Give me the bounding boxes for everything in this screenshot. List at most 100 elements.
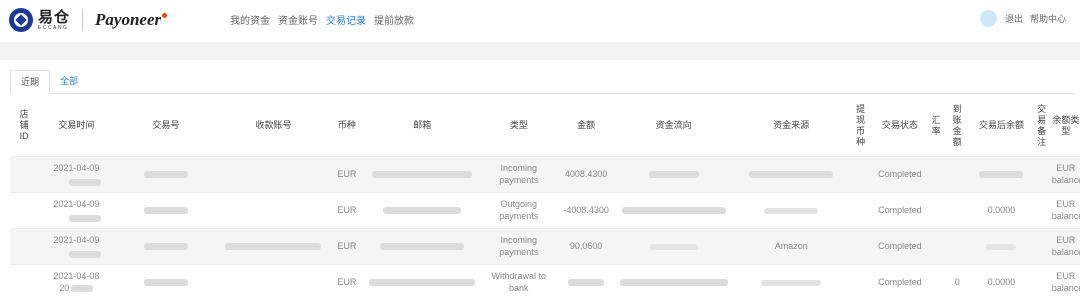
cell-arrived	[943, 191, 972, 228]
cell-store-id	[10, 227, 39, 264]
redacted-time	[69, 178, 102, 186]
redacted-time	[69, 250, 102, 258]
cell-date-text: 2021-04-09	[53, 199, 100, 209]
cell-type: Withdrawal to bank	[480, 263, 558, 300]
header-user-area: 退出 帮助中心	[979, 10, 1066, 27]
nav-advance-payment[interactable]: 提前放款	[374, 12, 414, 27]
redacted-flow	[649, 243, 698, 250]
redacted-txn-no	[143, 279, 188, 287]
nav-transactions[interactable]: 交易记录	[326, 12, 366, 27]
cell-currency: EUR	[329, 227, 364, 264]
col-balance-type[interactable]: 余额类型	[1052, 96, 1080, 156]
cell-withdraw-currency	[850, 155, 871, 192]
cell-remark	[1031, 191, 1052, 228]
col-rate[interactable]: 汇率	[929, 96, 943, 156]
col-balance-after[interactable]: 交易后余额	[971, 96, 1031, 156]
cell-arrived: 0	[943, 263, 972, 300]
col-flow[interactable]: 资金流向	[615, 96, 732, 156]
nav-fund-accounts[interactable]: 资金账号	[278, 12, 318, 27]
cell-type: Outgoing payments	[480, 191, 558, 228]
col-time[interactable]: 交易时间	[38, 96, 114, 156]
cell-flow	[615, 155, 732, 192]
col-status[interactable]: 交易状态	[871, 96, 929, 156]
table-row[interactable]: 2021-04-08 20 EUR Withdrawal to bank Comp…	[10, 263, 1080, 300]
cell-status: Completed	[870, 155, 930, 192]
header-band	[0, 42, 1080, 60]
cell-type: Incoming payments	[480, 227, 558, 264]
redacted-flow	[648, 171, 699, 179]
col-remark-label: 交易备注	[1037, 103, 1047, 147]
brand[interactable]: 易仓 ECCANG Payoneer	[9, 6, 168, 34]
period-tabs: 近期 全部	[10, 70, 88, 94]
table-row[interactable]: 2021-04-09 EUR Outgoing payments -4008.4…	[10, 191, 1080, 228]
redacted-email	[380, 243, 465, 251]
help-center-link[interactable]: 帮助中心	[1030, 12, 1066, 25]
nav-my-funds[interactable]: 我的资金	[230, 12, 270, 27]
cell-txn-no	[114, 227, 218, 264]
top-header: 易仓 ECCANG Payoneer 我的资金 资金账号 交易记录 提前放款 退…	[0, 0, 1080, 42]
cell-status: Completed	[870, 263, 930, 300]
cell-store-id	[10, 263, 39, 300]
col-remark[interactable]: 交易备注	[1032, 96, 1052, 156]
payoneer-logo: Payoneer	[95, 10, 168, 30]
col-balance-type-label: 余额类型	[1052, 114, 1080, 136]
cell-email	[363, 227, 481, 264]
cell-withdraw-currency	[850, 227, 871, 264]
avatar[interactable]	[979, 10, 997, 27]
col-store-id[interactable]: 店铺ID	[10, 96, 38, 156]
col-currency[interactable]: 币种	[330, 96, 364, 156]
payoneer-wordmark: Payoneer	[95, 10, 162, 29]
redacted-flow	[621, 207, 726, 215]
cell-amount: -4008.4300	[557, 191, 616, 228]
col-rate-label: 汇率	[931, 114, 941, 136]
cell-rate	[929, 263, 944, 300]
eccang-logo-icon	[9, 8, 33, 32]
table-row[interactable]: 2021-04-09 EUR Incoming payments 4008.43…	[10, 155, 1080, 192]
cell-remark	[1031, 263, 1052, 300]
cell-flow	[615, 191, 732, 228]
logout-link[interactable]: 退出	[1005, 12, 1023, 25]
col-type[interactable]: 类型	[481, 96, 557, 156]
cell-balance-type: EUR balance	[1051, 227, 1080, 264]
cell-txn-no	[114, 155, 218, 192]
cell-rate	[929, 155, 944, 192]
col-account[interactable]: 收款账号	[217, 96, 330, 156]
cell-source	[731, 263, 851, 300]
table-row[interactable]: 2021-04-09 EUR Incoming payments 90.0600…	[10, 227, 1080, 264]
redacted-email	[383, 207, 462, 215]
tab-recent[interactable]: 近期	[10, 70, 51, 94]
col-email[interactable]: 邮箱	[364, 96, 481, 156]
redacted-txn-no	[143, 207, 188, 215]
cell-source	[731, 155, 851, 192]
col-withdraw-currency[interactable]: 提现币种	[851, 96, 871, 156]
col-amount[interactable]: 金额	[557, 96, 615, 156]
cell-txn-no	[114, 263, 218, 300]
cell-store-id	[10, 191, 39, 228]
brand-cn-text: 易仓	[38, 8, 71, 26]
cell-arrived	[943, 155, 972, 192]
cell-date-text: 2021-04-09	[53, 163, 100, 173]
table-header-row: 店铺ID 交易时间 交易号 收款账号 币种 邮箱 类型 金额 资金流向 资金来源…	[10, 96, 1080, 156]
cell-type: Incoming payments	[480, 155, 558, 192]
col-source[interactable]: 资金来源	[732, 96, 851, 156]
cell-source: Amazon	[731, 227, 851, 264]
redacted-txn-no	[143, 171, 188, 179]
eccang-wordmark: 易仓 ECCANG	[38, 10, 70, 31]
tabs-divider	[10, 93, 1075, 94]
cell-store-id	[10, 155, 39, 192]
tab-all[interactable]: 全部	[50, 70, 88, 94]
top-nav: 我的资金 资金账号 交易记录 提前放款	[230, 12, 414, 27]
cell-flow	[615, 227, 732, 264]
col-arrived-label: 到账金额	[952, 103, 962, 147]
cell-amount: 4008.4300	[557, 155, 616, 192]
redacted-txn-no	[143, 243, 188, 251]
redacted-amount	[568, 279, 605, 287]
cell-rate	[929, 227, 944, 264]
cell-time: 2021-04-09	[38, 191, 115, 228]
cell-rate	[929, 191, 944, 228]
cell-remark	[1031, 227, 1052, 264]
cell-remark	[1031, 155, 1052, 192]
col-txn-no[interactable]: 交易号	[115, 96, 218, 156]
cell-balance-type: EUR balance	[1051, 263, 1080, 300]
col-arrived[interactable]: 到账金额	[943, 96, 971, 156]
